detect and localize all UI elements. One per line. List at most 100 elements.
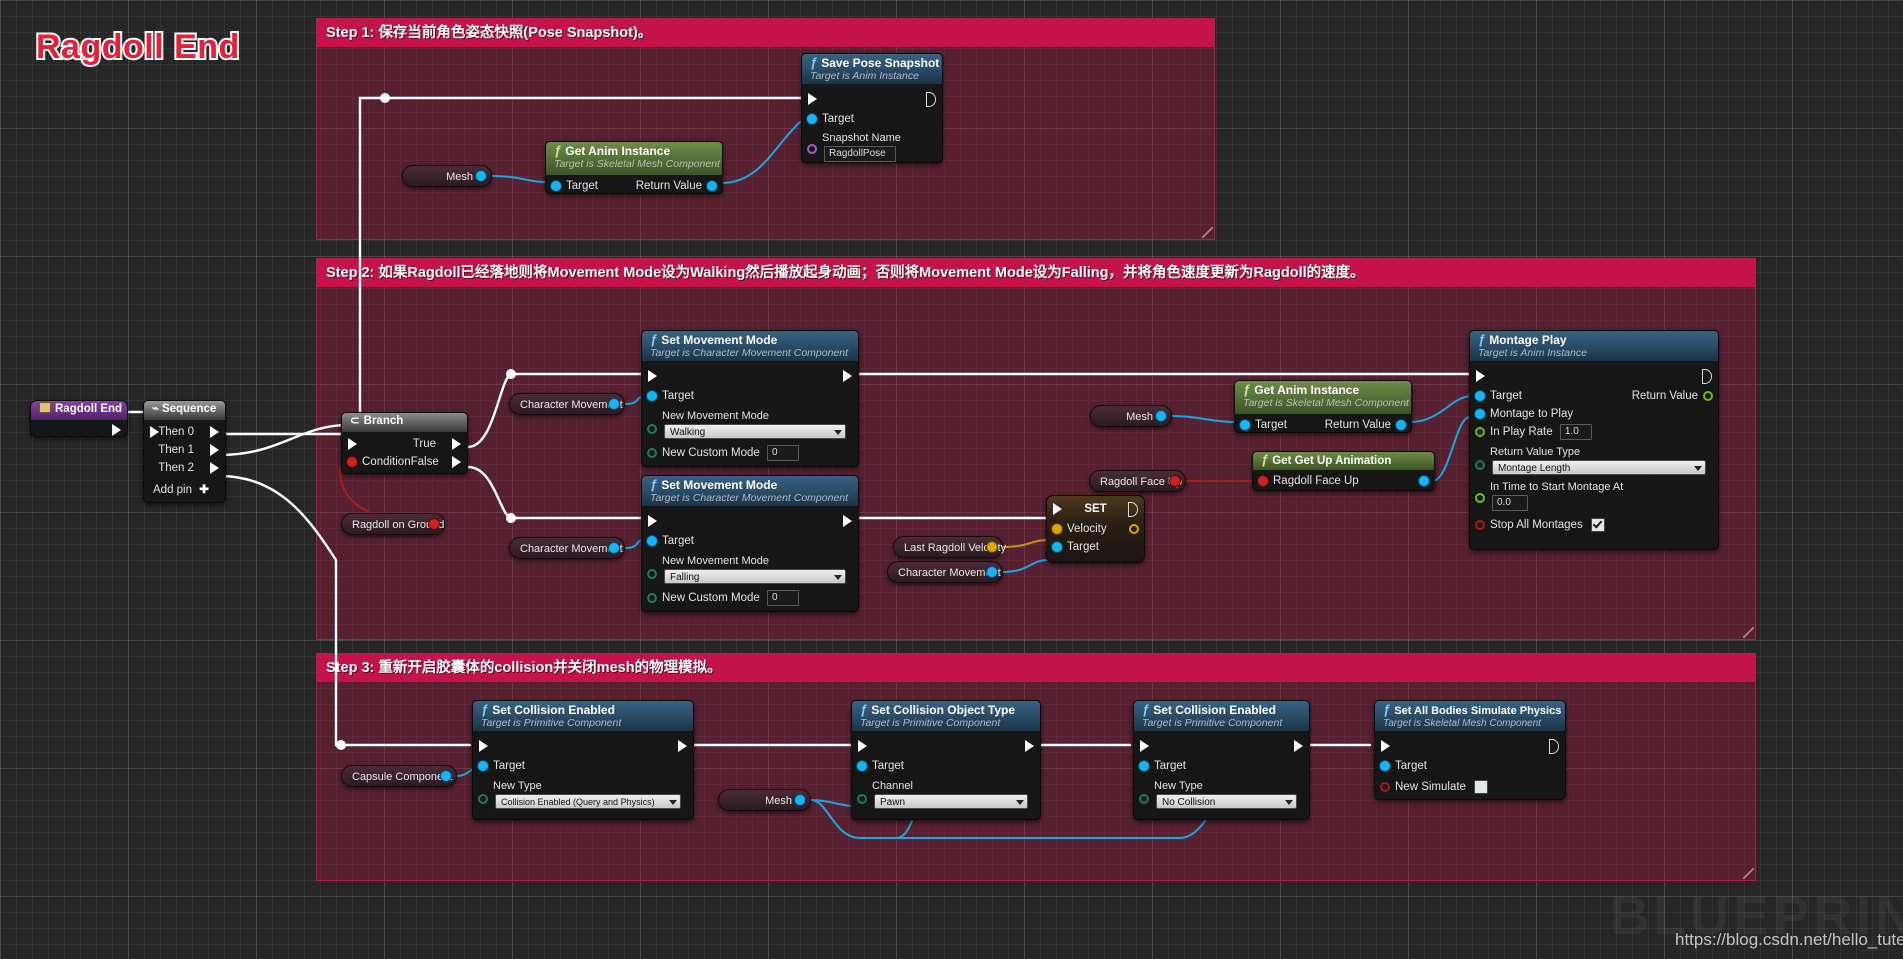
exec-in-pin[interactable] [1476,370,1485,382]
exec-row[interactable] [642,512,858,532]
in-time-to-start-montage-at-pin[interactable] [1475,493,1485,503]
exec-in-pin[interactable] [858,740,867,752]
var-mesh-1[interactable]: Mesh [402,165,492,187]
exec-in-pin[interactable] [648,515,657,527]
return-value-type-pin[interactable] [1475,460,1485,470]
ragdoll-on-ground-out-pin[interactable] [429,519,439,529]
exec-out-pin[interactable] [1025,740,1034,752]
ragdoll-face-up-out-pin[interactable] [1170,476,1180,486]
condition-false-row[interactable]: Condition False [342,453,467,471]
exec-out-pin[interactable] [112,424,121,436]
exec-out-pin[interactable] [678,740,687,752]
target-pin[interactable] [1475,391,1485,401]
then-0-pin[interactable] [210,426,219,438]
target-pin[interactable] [551,181,561,191]
resize-grip-icon[interactable] [1202,227,1213,238]
exec-row[interactable] [1375,737,1565,757]
exec-in-pin[interactable] [479,740,488,752]
exec-row[interactable] [31,421,127,436]
target-pin[interactable] [1240,420,1250,430]
node-set-velocity[interactable]: SET Velocity Target [1046,495,1145,563]
node-set-collision-object-type[interactable]: ƒ Set Collision Object Type Target is Pri… [851,700,1041,820]
target-pin[interactable] [478,761,488,771]
exec-in-row[interactable]: Then 0 [144,423,225,441]
pin-row-target[interactable]: Target [1047,538,1144,556]
then-1-row[interactable]: Then 1 [144,441,225,459]
add-pin-icon[interactable]: ✚ [199,484,209,496]
exec-in-pin[interactable] [1381,740,1390,752]
in-time-to-start-montage-at-input[interactable]: 0.0 [1492,495,1528,511]
new-movement-mode-select[interactable]: Walking [664,424,846,439]
target-pin[interactable] [1052,542,1062,552]
character-movement-out-pin[interactable] [609,543,619,553]
exec-row[interactable] [473,737,693,757]
exec-in-pin[interactable] [1140,740,1149,752]
pin-row-new-custom-mode[interactable]: New Custom Mode 0 [642,444,858,462]
return-value-pin[interactable] [707,181,717,191]
exec-in-pin[interactable] [348,438,357,450]
pin-row-new-simulate[interactable]: New Simulate [1375,778,1565,796]
then-2-pin[interactable] [210,462,219,474]
pin-row-target[interactable]: Target [852,757,1040,775]
pin-row-target-return[interactable]: Target Return Value [546,177,722,193]
var-last-ragdoll-velocity[interactable]: Last Ragdoll Velocity [893,536,1006,558]
blueprint-graph-canvas[interactable]: Step 1: 保存当前角色姿态快照(Pose Snapshot)。 Step … [0,0,1903,959]
true-pin[interactable] [452,438,461,450]
pin-row-in-play-rate[interactable]: In Play Rate 1.0 [1470,423,1718,441]
target-pin[interactable] [857,761,867,771]
stop-all-montages-pin[interactable] [1475,520,1485,530]
pin-row-target[interactable]: Target [473,757,693,775]
snapshot-name-input[interactable]: RagdollPose [824,146,896,162]
new-type-pin[interactable] [1139,794,1149,804]
new-custom-mode-pin[interactable] [647,593,657,603]
var-ragdoll-on-ground[interactable]: Ragdoll on Ground [341,513,445,535]
exec-out-pin[interactable] [926,92,936,107]
node-get-anim-instance-2[interactable]: ƒ Get Anim Instance Target is Skeletal Me… [1234,380,1412,433]
in-play-rate-input[interactable]: 1.0 [1559,423,1592,440]
node-set-movement-mode-walking[interactable]: ƒ Set Movement Mode Target is Character M… [641,330,859,467]
node-set-collision-enabled-1[interactable]: ƒ Set Collision Enabled Target is Primiti… [472,700,694,820]
stop-all-montages-checkbox[interactable] [1590,517,1605,532]
ragdoll-face-up-pin[interactable] [1258,476,1268,486]
pin-row-target[interactable]: Target [802,110,942,128]
node-set-collision-enabled-2[interactable]: ƒ Set Collision Enabled Target is Primiti… [1133,700,1310,820]
exec-in-pin[interactable] [150,426,159,438]
node-get-get-up-animation[interactable]: ƒGet Get Up Animation Ragdoll Face Up Re… [1252,451,1435,491]
condition-pin[interactable] [347,457,357,467]
exec-out-pin[interactable] [1549,739,1559,754]
var-mesh-3[interactable]: Mesh [1090,405,1172,427]
exec-out-pin[interactable] [1128,502,1138,517]
new-custom-mode-input[interactable]: 0 [767,444,799,461]
exec-row[interactable] [802,90,942,110]
mesh-out-pin[interactable] [795,795,805,805]
node-sequence[interactable]: ⌁ Sequence Then 0 Then 1 Then 2 Add pin ✚ [143,400,226,503]
snapshot-name-pin[interactable] [807,144,817,154]
montage-to-play-pin[interactable] [1475,409,1485,419]
mesh-out-pin[interactable] [1156,411,1166,421]
pin-row-target[interactable]: Target [642,387,858,405]
mesh-out-pin[interactable] [476,171,486,181]
exec-out-pin[interactable] [843,370,852,382]
exec-row[interactable] [1134,737,1309,757]
exec-in-pin[interactable] [648,370,657,382]
target-pin[interactable] [647,536,657,546]
resize-grip-icon[interactable] [1743,627,1754,638]
exec-row[interactable] [1470,367,1718,387]
new-movement-mode-pin[interactable] [647,569,657,579]
pin-row-stop-all-montages[interactable]: Stop All Montages [1470,516,1718,534]
node-save-pose-snapshot[interactable]: ƒ Save Pose Snapshot Target is Anim Insta… [801,53,943,163]
node-ragdoll-end-event[interactable]: Ragdoll End [30,400,128,437]
pin-row-target[interactable]: Target [1375,757,1565,775]
new-type-pin[interactable] [478,794,488,804]
exec-in-pin[interactable] [1053,503,1062,515]
node-set-all-bodies-simulate-physics[interactable]: ƒ Set All Bodies Simulate Physics Target … [1374,700,1566,800]
var-character-movement-2[interactable]: Character Movement [509,537,625,559]
pin-row-new-custom-mode[interactable]: New Custom Mode 0 [642,589,858,607]
node-montage-play[interactable]: ƒ Montage Play Target is Anim Instance Ta… [1469,330,1719,550]
new-type-select[interactable]: No Collision [1156,794,1297,809]
new-movement-mode-pin[interactable] [647,424,657,434]
pin-row-target-return[interactable]: Target Return Value [1235,416,1411,432]
velocity-in-pin[interactable] [1052,524,1062,534]
new-custom-mode-pin[interactable] [647,448,657,458]
last-ragdoll-velocity-out-pin[interactable] [987,542,997,552]
